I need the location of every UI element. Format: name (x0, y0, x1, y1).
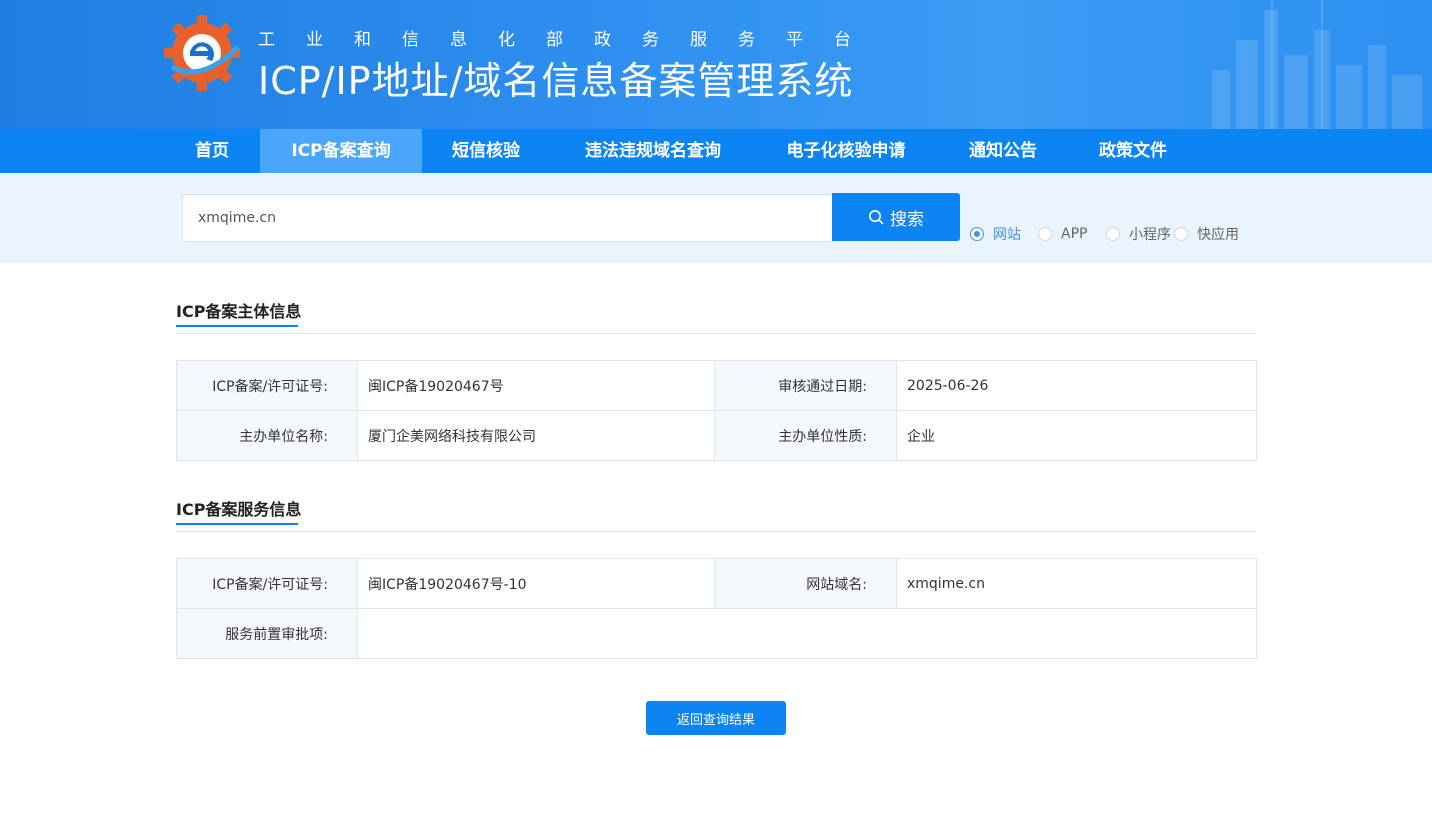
search-area: 搜索 网站 APP 小程序 快应用 (0, 173, 1432, 263)
back-to-results-button[interactable]: 返回查询结果 (646, 701, 786, 735)
field-value: 闽ICP备19020467号 (357, 360, 715, 411)
table-row: 服务前置审批项: (176, 608, 1257, 659)
field-value: 厦门企美网络科技有限公司 (357, 410, 715, 461)
miit-logo-icon (164, 15, 240, 91)
nav-item-electronic-verify[interactable]: 电子化核验申请 (764, 129, 928, 173)
search-input[interactable] (182, 194, 833, 242)
nav-item-policy-docs[interactable]: 政策文件 (1078, 129, 1188, 173)
field-label: 服务前置审批项: (176, 608, 358, 659)
radio-label: 小程序 (1129, 227, 1171, 243)
search-button[interactable]: 搜索 (832, 193, 960, 241)
main-nav: 首页 ICP备案查询 短信核验 违法违规域名查询 电子化核验申请 通知公告 政策… (0, 129, 1432, 173)
nav-item-sms-verify[interactable]: 短信核验 (430, 129, 542, 173)
subject-info-table: ICP备案/许可证号: 闽ICP备19020467号 审核通过日期: 2025-… (176, 360, 1257, 461)
city-skyline-decoration (1212, 0, 1422, 129)
service-info-table: ICP备案/许可证号: 闽ICP备19020467号-10 网站域名: xmqi… (176, 558, 1257, 659)
field-value: 2025-06-26 (896, 360, 1257, 411)
nav-item-home[interactable]: 首页 (171, 129, 253, 173)
field-label: 主办单位名称: (176, 410, 358, 461)
section-title-text: ICP备案主体信息 (176, 302, 302, 321)
section-divider (176, 531, 1256, 532)
section-divider (176, 333, 1256, 334)
system-title: ICP/IP地址/域名信息备案管理系统 (258, 59, 854, 103)
field-value: 企业 (896, 410, 1257, 461)
section-title-underline (176, 325, 298, 327)
table-row: ICP备案/许可证号: 闽ICP备19020467号 审核通过日期: 2025-… (176, 360, 1257, 411)
radio-quick-app[interactable]: 快应用 (1174, 224, 1239, 244)
field-value: xmqime.cn (896, 558, 1257, 609)
radio-label: APP (1061, 226, 1088, 242)
radio-label: 网站 (993, 227, 1021, 243)
radio-dot-icon (1038, 227, 1052, 241)
header-banner: 工业和信息化部政务服务平台 ICP/IP地址/域名信息备案管理系统 (0, 0, 1432, 129)
nav-item-notices[interactable]: 通知公告 (948, 129, 1058, 173)
section-title-subject: ICP备案主体信息 (176, 298, 302, 327)
section-title-text: ICP备案服务信息 (176, 500, 302, 519)
radio-dot-icon (1174, 227, 1188, 241)
section-title-service: ICP备案服务信息 (176, 496, 302, 525)
radio-mini-program[interactable]: 小程序 (1106, 224, 1171, 244)
radio-dot-icon (1106, 227, 1120, 241)
radio-dot-icon (970, 227, 984, 241)
search-button-label: 搜索 (890, 209, 924, 230)
nav-item-icp-query[interactable]: ICP备案查询 (260, 129, 422, 173)
field-label: 网站域名: (714, 558, 897, 609)
radio-app[interactable]: APP (1038, 224, 1087, 244)
field-label: 审核通过日期: (714, 360, 897, 411)
section-title-underline (176, 523, 298, 525)
nav-item-illegal-domain-query[interactable]: 违法违规域名查询 (562, 129, 744, 173)
field-label: ICP备案/许可证号: (176, 360, 358, 411)
field-label: 主办单位性质: (714, 410, 897, 461)
table-row: ICP备案/许可证号: 闽ICP备19020467号-10 网站域名: xmqi… (176, 558, 1257, 609)
platform-subtitle: 工业和信息化部政务服务平台 (258, 30, 882, 50)
search-icon (869, 210, 884, 225)
radio-website[interactable]: 网站 (970, 224, 1021, 244)
field-label: ICP备案/许可证号: (176, 558, 358, 609)
field-value (357, 608, 1257, 659)
radio-label: 快应用 (1197, 227, 1239, 243)
table-row: 主办单位名称: 厦门企美网络科技有限公司 主办单位性质: 企业 (176, 410, 1257, 461)
field-value: 闽ICP备19020467号-10 (357, 558, 715, 609)
